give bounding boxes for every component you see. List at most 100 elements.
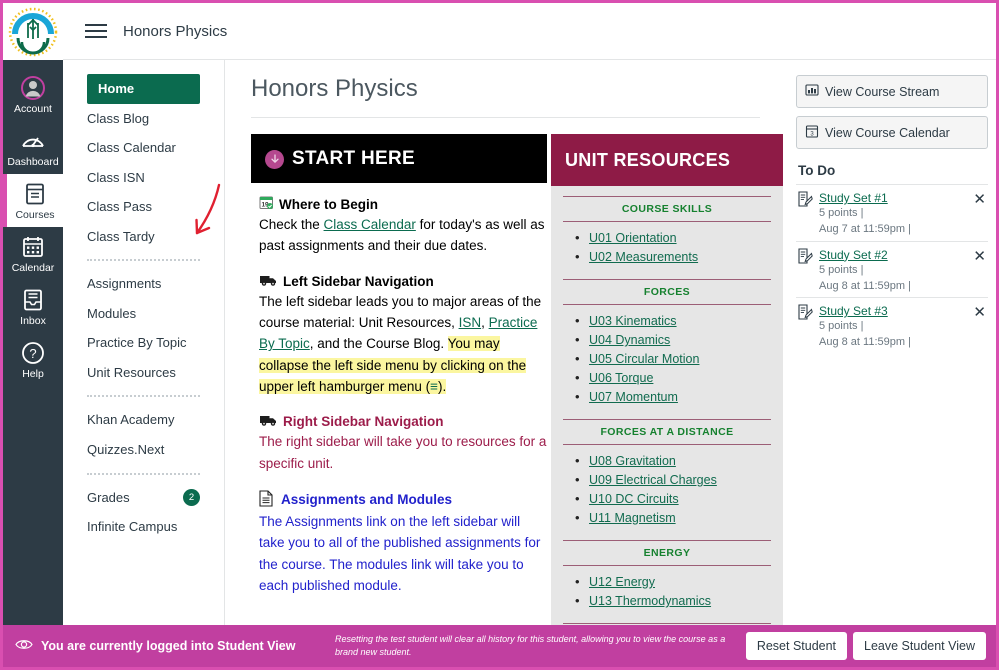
delivery-truck-icon	[259, 273, 278, 290]
unit-resources-panel: UNIT RESOURCES COURSE SKILLS U01 Orienta…	[551, 134, 783, 667]
list-item: U07 Momentum	[575, 388, 771, 407]
page-title: Honors Physics	[251, 75, 760, 118]
course-nav-label: Grades	[87, 490, 130, 505]
course-navigation: Home Class Blog Class Calendar Class ISN…	[63, 60, 225, 667]
grades-count-badge: 2	[183, 489, 200, 506]
isn-link[interactable]: ISN	[459, 315, 482, 330]
unit-link[interactable]: U06 Torque	[589, 371, 653, 385]
assignment-quiz-icon	[798, 304, 813, 350]
body-text: ,	[481, 315, 489, 330]
unit-link[interactable]: U08 Gravitation	[589, 454, 676, 468]
global-nav-item-dashboard[interactable]: Dashboard	[3, 121, 63, 174]
section-body: The right sidebar will take you to resou…	[259, 431, 547, 474]
global-nav-item-calendar[interactable]: Calendar	[3, 227, 63, 280]
course-nav-divider	[87, 473, 200, 475]
todo-text-block: Study Set #3 5 points | Aug 8 at 11:59pm…	[819, 304, 965, 350]
course-nav-item-khan-academy[interactable]: Khan Academy	[63, 405, 224, 435]
book-icon	[7, 181, 63, 207]
close-x-icon[interactable]: ✕	[971, 191, 988, 208]
speedometer-icon	[3, 128, 63, 154]
list-item: U13 Thermodynamics	[575, 592, 771, 611]
top-bar: Honors Physics	[63, 3, 996, 60]
unit-link[interactable]: U11 Magnetism	[589, 511, 676, 525]
list-item: U02 Measurements	[575, 248, 771, 267]
section-body: The left sidebar leads you to major area…	[259, 291, 547, 398]
section-heading: Assignments and Modules	[259, 490, 547, 510]
body-text: , and the Course Blog.	[310, 336, 448, 351]
unit-group-heading: FORCES AT A DISTANCE	[563, 419, 771, 445]
todo-due-date: Aug 7 at 11:59pm |	[819, 222, 965, 237]
reset-student-button[interactable]: Reset Student	[746, 632, 847, 660]
unit-link[interactable]: U09 Electrical Charges	[589, 473, 717, 487]
course-nav-item-quizzes-next[interactable]: Quizzes.Next	[63, 435, 224, 465]
global-nav-item-inbox[interactable]: Inbox	[3, 280, 63, 333]
course-nav-item-class-pass[interactable]: Class Pass	[63, 192, 224, 222]
global-nav-label: Help	[22, 368, 44, 380]
global-nav-item-help[interactable]: ? Help	[3, 333, 63, 386]
course-nav-item-assignments[interactable]: Assignments	[63, 269, 224, 299]
unit-link[interactable]: U07 Momentum	[589, 390, 678, 404]
todo-link[interactable]: Study Set #3	[819, 304, 965, 318]
inbox-tray-icon	[3, 287, 63, 313]
hamburger-menu-icon[interactable]	[85, 20, 107, 42]
todo-link[interactable]: Study Set #2	[819, 248, 965, 262]
assignment-quiz-icon	[798, 191, 813, 237]
todo-link[interactable]: Study Set #1	[819, 191, 965, 205]
global-nav-item-account[interactable]: Account	[3, 68, 63, 121]
global-nav-label: Courses	[15, 209, 54, 221]
breadcrumb-course-title[interactable]: Honors Physics	[123, 23, 227, 40]
close-x-icon[interactable]: ✕	[971, 248, 988, 265]
unit-link[interactable]: U05 Circular Motion	[589, 352, 699, 366]
home-panels: START HERE 19	[251, 134, 760, 667]
unit-link[interactable]: U02 Measurements	[589, 250, 698, 264]
list-item: U11 Magnetism	[575, 509, 771, 528]
unit-group-heading: FORCES	[563, 279, 771, 305]
unit-link[interactable]: U12 Energy	[589, 575, 655, 589]
button-label: View Course Calendar	[825, 126, 950, 140]
section-body: The Assignments link on the left sidebar…	[259, 511, 547, 596]
leave-student-view-button[interactable]: Leave Student View	[853, 632, 986, 660]
course-nav-item-home[interactable]: Home	[87, 74, 200, 104]
course-nav-item-practice-by-topic[interactable]: Practice By Topic	[63, 328, 224, 358]
view-course-calendar-button[interactable]: 3 View Course Calendar	[796, 116, 988, 149]
start-here-title: START HERE	[292, 148, 415, 170]
download-arrow-circle-icon	[265, 150, 284, 169]
start-here-body: 19 Where to Begin Check the Class Calend…	[251, 183, 547, 596]
unit-group-heading: ENERGY	[563, 540, 771, 566]
course-nav-item-class-isn[interactable]: Class ISN	[63, 163, 224, 193]
unit-group-list: U08 Gravitation U09 Electrical Charges U…	[563, 445, 771, 536]
course-nav-item-class-tardy[interactable]: Class Tardy	[63, 222, 224, 252]
course-nav-item-unit-resources[interactable]: Unit Resources	[63, 358, 224, 388]
global-nav-item-courses[interactable]: Courses	[3, 174, 63, 227]
class-calendar-link[interactable]: Class Calendar	[324, 217, 416, 232]
unit-link[interactable]: U03 Kinematics	[589, 314, 677, 328]
school-logo[interactable]	[3, 3, 63, 60]
unit-group-heading: COURSE SKILLS	[563, 196, 771, 222]
calendar-date-icon: 19	[259, 195, 274, 213]
calendar-icon	[3, 234, 63, 260]
unit-group-list: U01 Orientation U02 Measurements	[563, 222, 771, 275]
question-circle-icon: ?	[3, 340, 63, 366]
svg-text:?: ?	[29, 346, 36, 361]
view-course-stream-button[interactable]: View Course Stream	[796, 75, 988, 108]
inline-hamburger-icon: ≡	[430, 379, 438, 394]
global-nav-label: Calendar	[12, 262, 55, 274]
course-nav-item-modules[interactable]: Modules	[63, 299, 224, 329]
course-nav-item-grades[interactable]: Grades 2	[63, 483, 224, 513]
course-nav-item-class-calendar[interactable]: Class Calendar	[63, 133, 224, 163]
user-avatar-icon	[3, 75, 63, 101]
course-nav-item-infinite-campus[interactable]: Infinite Campus	[63, 512, 224, 542]
unit-group-list: U12 Energy U13 Thermodynamics	[563, 566, 771, 619]
course-nav-item-class-blog[interactable]: Class Blog	[63, 104, 224, 134]
body-text: Check the	[259, 217, 324, 232]
list-item: U05 Circular Motion	[575, 350, 771, 369]
todo-list-item: Study Set #3 5 points | Aug 8 at 11:59pm…	[796, 297, 988, 354]
unit-link[interactable]: U04 Dynamics	[589, 333, 670, 347]
close-x-icon[interactable]: ✕	[971, 304, 988, 321]
unit-link[interactable]: U10 DC Circuits	[589, 492, 679, 506]
unit-link[interactable]: U01 Orientation	[589, 231, 677, 245]
unit-link[interactable]: U13 Thermodynamics	[589, 594, 711, 608]
assignment-quiz-icon	[798, 248, 813, 294]
todo-points: 5 points |	[819, 319, 965, 334]
list-item: U04 Dynamics	[575, 331, 771, 350]
